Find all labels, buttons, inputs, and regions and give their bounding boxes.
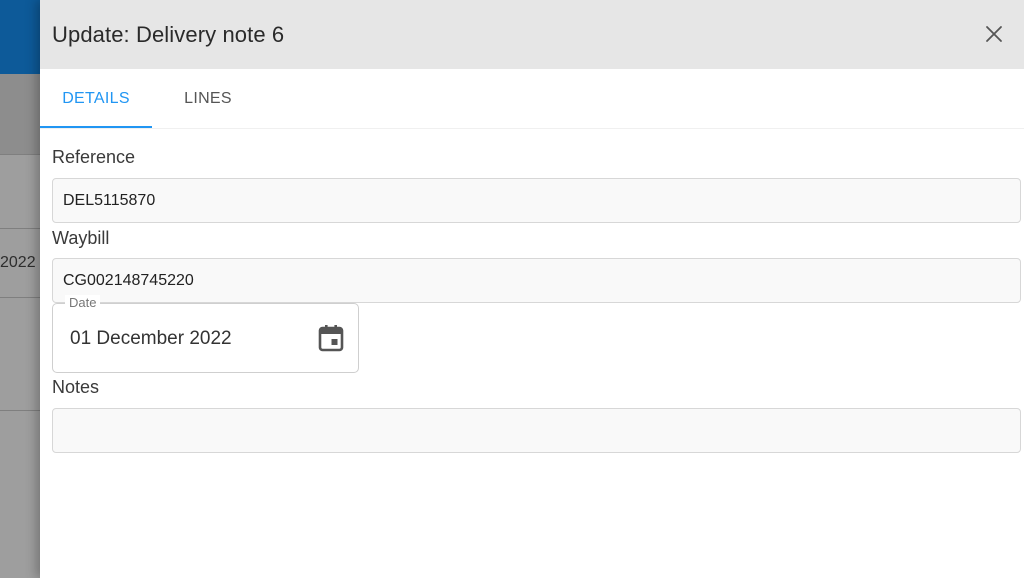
- background-toolbar: [0, 74, 40, 154]
- background-divider: [0, 410, 40, 411]
- date-value: 01 December 2022: [70, 328, 232, 349]
- reference-input[interactable]: [52, 178, 1021, 223]
- background-divider: [0, 297, 40, 298]
- background-cell-text: 2022: [0, 254, 36, 271]
- drawer-title: Update: Delivery note 6: [52, 21, 285, 47]
- notes-label: Notes: [52, 377, 100, 397]
- calendar-icon: [318, 325, 344, 352]
- active-tab-indicator: [40, 126, 152, 128]
- notes-input[interactable]: [52, 408, 1021, 453]
- drawer-header: Update: Delivery note 6: [40, 0, 1024, 69]
- date-picker-button[interactable]: [318, 324, 344, 352]
- close-icon: [986, 26, 1002, 42]
- background-divider: [0, 154, 40, 155]
- close-button[interactable]: [980, 20, 1008, 48]
- update-drawer: Update: Delivery note 6 DETAILS LINES Re…: [40, 0, 1024, 578]
- tab-details[interactable]: DETAILS: [40, 69, 152, 129]
- tab-lines[interactable]: LINES: [152, 69, 264, 129]
- tab-bar: DETAILS LINES: [40, 69, 1024, 129]
- reference-label: Reference: [52, 147, 136, 167]
- waybill-input[interactable]: [52, 258, 1021, 303]
- background-divider: [0, 228, 40, 229]
- date-label: Date: [65, 295, 101, 310]
- date-field[interactable]: Date 01 December 2022: [52, 295, 359, 373]
- waybill-label: Waybill: [52, 228, 110, 248]
